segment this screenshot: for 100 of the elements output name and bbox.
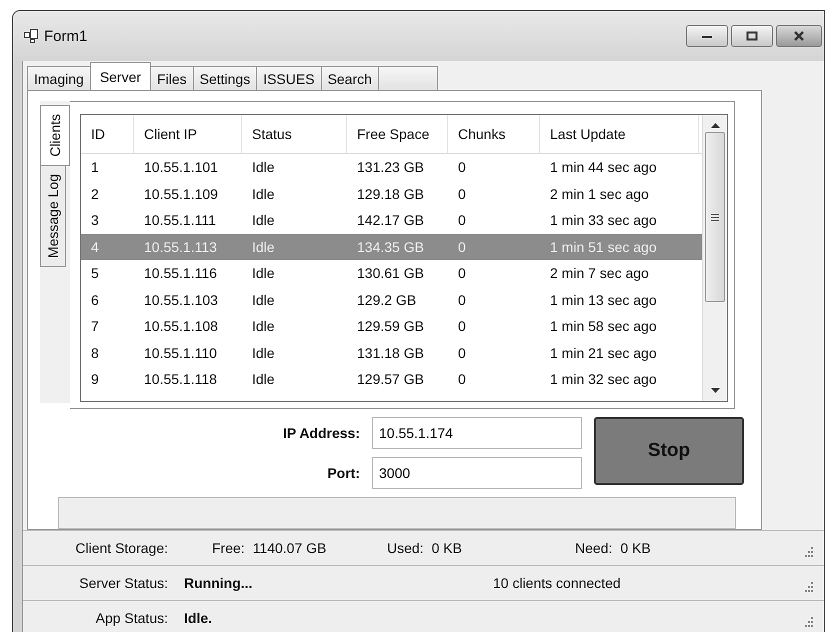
status-value: 0 KB xyxy=(432,540,462,556)
table-cell-text: 0 xyxy=(457,265,467,282)
scrollbar[interactable] xyxy=(702,115,727,401)
table-cell-text: 129.2 GB xyxy=(356,292,418,308)
column-header[interactable]: Status xyxy=(242,115,347,153)
table-cell-text: Idle xyxy=(251,159,276,176)
status-label: Need: xyxy=(575,540,612,556)
status-label: Free: xyxy=(212,540,245,556)
table-cell-text: 129.59 GB xyxy=(356,318,425,334)
table-cell-text: 130.61 GB xyxy=(356,265,425,282)
column-header[interactable]: Client IP xyxy=(134,115,242,153)
table-cell-text: 10.55.1.109 xyxy=(143,186,219,202)
table-cell-text: 10.55.1.113 xyxy=(143,238,218,255)
maximize-icon xyxy=(746,31,758,41)
table-cell-text: 0 xyxy=(457,159,467,176)
table-cell-text: 1 min 44 sec ago xyxy=(549,159,658,176)
tab[interactable]: Settings xyxy=(192,66,258,90)
table-cell-text: 10.55.1.118 xyxy=(143,371,218,388)
status-note: 10 clients connected xyxy=(493,575,621,591)
column-header[interactable]: Chunks xyxy=(448,115,540,153)
table-cell-text: 7 xyxy=(90,318,100,334)
resize-grip-icon[interactable] xyxy=(802,582,814,592)
table-cell-text: 6 xyxy=(90,292,100,308)
table-cell-text: 1 min 13 sec ago xyxy=(549,292,658,308)
up-arrow-icon[interactable] xyxy=(710,123,720,128)
table-cell-text: 131.23 GB xyxy=(356,159,425,176)
table-cell-text: Idle xyxy=(251,344,276,361)
table-cell-text: Idle xyxy=(251,212,276,228)
tab[interactable]: Server xyxy=(90,62,152,90)
table-row[interactable]: 8 10.55.1.110 Idle 131.18 GB 0 1 min 21 sec ago xyxy=(81,340,702,366)
table-cell-text: 1 min 58 sec ago xyxy=(549,318,658,334)
minimize-button[interactable] xyxy=(686,25,728,47)
resize-grip-icon[interactable] xyxy=(802,547,814,557)
table-cell-text: 129.18 GB xyxy=(356,186,425,202)
table-cell-text: Idle xyxy=(251,265,276,282)
table-cell-text: 0 xyxy=(457,318,467,334)
table-cell-text: 9 xyxy=(90,371,100,388)
table-cell-text: 1 min 32 sec ago xyxy=(549,371,658,388)
side-tab[interactable]: Clients xyxy=(40,105,70,166)
table-cell-text: Idle xyxy=(251,371,276,388)
table-cell-text: 10.55.1.101 xyxy=(143,159,219,176)
tab[interactable]: Files xyxy=(150,66,194,90)
table-cell-text: 134.35 GB xyxy=(356,238,425,255)
table-row[interactable]: 1 10.55.1.101 Idle 131.23 GB 0 1 min 44 sec ago xyxy=(81,154,702,180)
table-row[interactable]: 5 10.55.1.116 Idle 130.61 GB 0 2 min 7 sec ago xyxy=(81,260,702,286)
table-cell-text: 3 xyxy=(90,212,100,228)
table-cell-text: 2 min 7 sec ago xyxy=(549,265,650,282)
form-icon xyxy=(24,29,38,43)
tab[interactable]: Search xyxy=(320,66,379,90)
table-cell-text: 1 min 21 sec ago xyxy=(549,344,658,361)
status-value: 1140.07 GB xyxy=(252,540,326,556)
table-cell-text: 0 xyxy=(457,344,467,361)
status-label: App Status: xyxy=(94,610,168,626)
table-cell-text: 2 xyxy=(90,186,100,202)
column-header[interactable]: Last Update xyxy=(540,115,699,153)
column-header[interactable]: ID xyxy=(81,115,134,153)
tab[interactable]: Imaging xyxy=(27,66,91,90)
port-field[interactable]: 3000 xyxy=(372,457,582,489)
table-cell-text: 10.55.1.110 xyxy=(143,344,218,361)
table-cell-text: 1 min 51 sec ago xyxy=(549,238,658,255)
field-label: Port: xyxy=(326,465,360,481)
table-cell-text: 129.57 GB xyxy=(356,371,425,388)
table-row[interactable]: 6 10.55.1.103 Idle 129.2 GB 0 1 min 13 sec ago xyxy=(81,286,702,313)
side-tab[interactable]: Message Log xyxy=(40,164,66,267)
status-value: Idle. xyxy=(184,610,214,626)
table-cell-text: 10.55.1.116 xyxy=(143,265,218,282)
resize-grip-icon[interactable] xyxy=(802,617,814,627)
close-button[interactable] xyxy=(776,25,822,47)
table-cell-text: 0 xyxy=(457,212,467,228)
table-cell-text: 10.55.1.103 xyxy=(143,292,219,308)
table-cell-text: 1 xyxy=(90,159,100,176)
table-cell-text: 0 xyxy=(457,292,467,308)
table-row[interactable]: 9 10.55.1.118 Idle 129.57 GB 0 1 min 32 sec ago xyxy=(81,366,702,392)
table-cell-text: 5 xyxy=(90,265,100,282)
table-cell-text: 10.55.1.111 xyxy=(143,212,217,228)
table-cell-text: 0 xyxy=(457,371,467,388)
down-arrow-icon[interactable] xyxy=(710,388,720,393)
close-icon xyxy=(792,31,806,41)
status-value: Running... xyxy=(184,575,254,591)
table-row[interactable]: 7 10.55.1.108 Idle 129.59 GB 0 1 min 58 sec ago xyxy=(81,313,702,340)
tab[interactable] xyxy=(378,66,438,90)
status-value: 0 KB xyxy=(620,540,651,556)
window-title: Form1 xyxy=(44,28,88,44)
ip-address-field[interactable]: 10.55.1.174 xyxy=(372,417,582,449)
table-cell-text: 4 xyxy=(90,238,100,255)
table-cell-text: 142.17 GB xyxy=(356,212,425,228)
grip-icon xyxy=(711,214,719,220)
maximize-button[interactable] xyxy=(731,25,773,47)
table-cell-text: Idle xyxy=(251,292,276,308)
table-cell-text: 10.55.1.108 xyxy=(143,318,219,334)
column-header[interactable]: Free Space xyxy=(347,115,448,153)
table-cell-text: Idle xyxy=(251,186,276,202)
stop-button[interactable]: Stop xyxy=(594,417,744,485)
field-label: IP Address: xyxy=(282,425,360,441)
table-row[interactable]: 2 10.55.1.109 Idle 129.18 GB 0 2 min 1 sec ago xyxy=(81,180,702,207)
table-cell-text: 2 min 1 sec ago xyxy=(549,186,650,202)
tab[interactable]: ISSUES xyxy=(256,66,322,90)
status-label: Client Storage: xyxy=(74,540,168,556)
table-row[interactable]: 3 10.55.1.111 Idle 142.17 GB 0 1 min 33 sec ago xyxy=(81,207,702,234)
table-cell-text: Idle xyxy=(251,238,276,255)
